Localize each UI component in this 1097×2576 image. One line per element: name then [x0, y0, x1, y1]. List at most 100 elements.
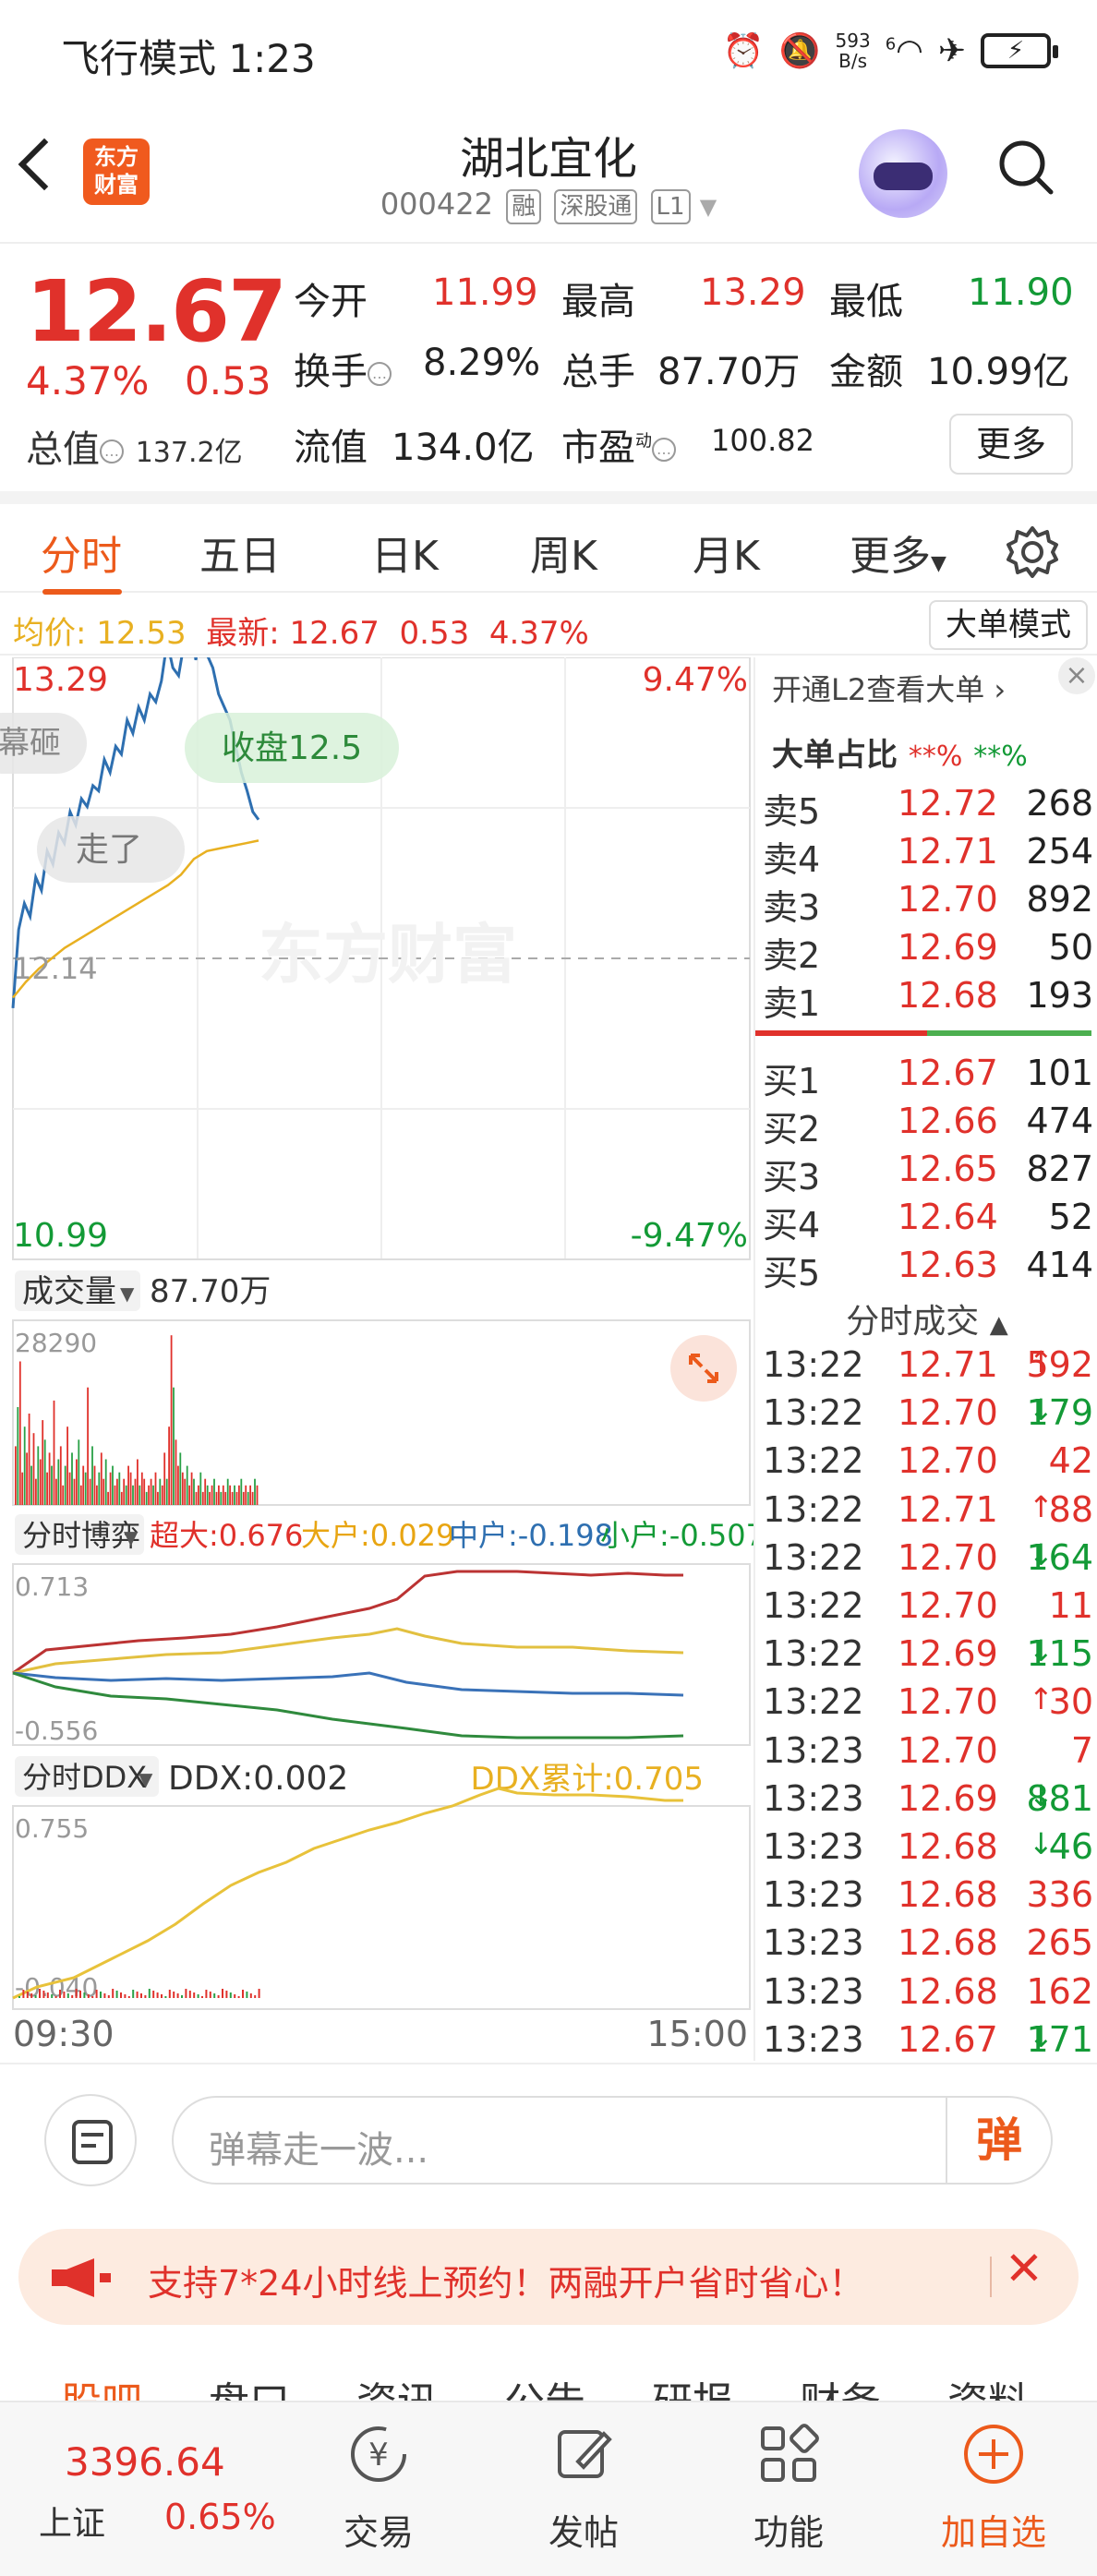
- tab-five-day[interactable]: 五日: [199, 523, 281, 582]
- volume-bar: [193, 1478, 195, 1505]
- volume-bar: [165, 1478, 168, 1505]
- ddx-chart-frame: [12, 1805, 751, 2010]
- volume-bar: [168, 1426, 170, 1505]
- bid-ask-ratio-bar: [755, 1030, 1091, 1036]
- subtab-news[interactable]: 资讯: [356, 2369, 438, 2402]
- nav-add-watchlist[interactable]: 加自选: [920, 2421, 1067, 2559]
- ask-row[interactable]: 卖4 12.71 254: [755, 831, 1097, 880]
- trade-details-header[interactable]: 分时成交 ▲: [755, 1294, 1097, 1342]
- chart-svg[interactable]: 东方财富 13.29 9.47% 12.14 10.99 -9.47% 幕砸 收…: [0, 602, 765, 2061]
- trade-header-label: 分时成交: [846, 1303, 980, 1341]
- subtab-forum[interactable]: 股吧: [61, 2369, 142, 2402]
- bid-row[interactable]: 买1 12.67 101: [755, 1053, 1097, 1101]
- more-button[interactable]: 更多: [949, 414, 1073, 475]
- ask-row[interactable]: 卖3 12.70 892: [755, 879, 1097, 928]
- big-order-mode-button[interactable]: 大单模式: [929, 600, 1088, 650]
- nav-post[interactable]: 发帖: [510, 2421, 657, 2559]
- tab-monthly-k[interactable]: 月K: [693, 523, 760, 582]
- trade-price: 12.71: [898, 1344, 998, 1385]
- bid-row[interactable]: 买3 12.65 827: [755, 1149, 1097, 1198]
- volume-bar: [109, 1472, 112, 1505]
- trade-time: 13:23: [763, 2018, 864, 2060]
- trade-volume: 11: [1048, 1585, 1093, 1626]
- danmu-text-2: 收盘12.5: [222, 729, 362, 767]
- bid-row[interactable]: 买4 12.64 52: [755, 1197, 1097, 1246]
- volume-bar: [71, 1452, 73, 1505]
- trade-volume: 42: [1048, 1440, 1093, 1482]
- subtab-handicap[interactable]: 盘口: [209, 2369, 290, 2402]
- amount-label: 金额: [829, 351, 903, 393]
- bid-row[interactable]: 买5 12.63 414: [755, 1245, 1097, 1294]
- danmu-input[interactable]: 弹幕走一波... 弹: [172, 2096, 1053, 2185]
- volume-bar: [32, 1433, 35, 1505]
- volume-bar: [73, 1478, 76, 1505]
- ddx-cumulative-line: [12, 1787, 683, 2000]
- volume-bar: [129, 1472, 132, 1505]
- trade-time: 13:23: [763, 1970, 864, 2012]
- danmu-button[interactable]: 弹: [946, 2098, 1051, 2183]
- super-big-value: 超大:0.676: [150, 1518, 303, 1553]
- volume-bar: [150, 1478, 152, 1505]
- subtab-profile[interactable]: 资料: [947, 2369, 1029, 2402]
- info-subtabs: 股吧 盘口 资讯 公告 研报 财务 资料: [0, 2356, 1097, 2402]
- promo-banner[interactable]: 支持7*24小时线上预约！两融开户省时省心！ ✕: [18, 2229, 1079, 2325]
- nav-trade[interactable]: ¥ 交易: [305, 2421, 452, 2559]
- intraday-charts[interactable]: 东方财富 13.29 9.47% 12.14 10.99 -9.47% 幕砸 收…: [0, 602, 765, 2061]
- tab-daily-k[interactable]: 日K: [371, 523, 439, 582]
- info-icon[interactable]: …: [652, 438, 676, 462]
- subtab-research[interactable]: 研报: [652, 2369, 733, 2402]
- stock-code: 000422: [380, 187, 493, 222]
- gear-icon[interactable]: [1005, 524, 1060, 580]
- nav-functions[interactable]: 功能: [715, 2421, 862, 2559]
- trade-time: 13:22: [763, 1536, 864, 1578]
- l2-upgrade-link[interactable]: 开通L2查看大单 ›: [772, 667, 1006, 709]
- assistant-robot-icon[interactable]: [859, 129, 947, 218]
- ask-row[interactable]: 卖2 12.69 50: [755, 927, 1097, 976]
- bid-volume: 52: [1048, 1197, 1093, 1237]
- volume-value: 87.70万: [657, 351, 801, 393]
- tab-intraday[interactable]: 分时: [41, 523, 122, 582]
- latest-value: 12.67: [289, 615, 380, 652]
- bid-price: 12.63: [898, 1245, 998, 1285]
- search-icon[interactable]: [997, 138, 1055, 196]
- ask-volume: 254: [1026, 831, 1093, 872]
- volume-bar: [100, 1452, 102, 1505]
- tab-weekly-k[interactable]: 周K: [530, 523, 597, 582]
- volume-bar: [247, 1491, 249, 1505]
- bid-row[interactable]: 买2 12.66 474: [755, 1101, 1097, 1150]
- volume-bar: [163, 1452, 166, 1505]
- comment-list-icon[interactable]: [44, 2094, 137, 2186]
- volume-bar: [132, 1485, 134, 1505]
- volume-bar: [179, 1452, 182, 1505]
- comment-bar: 弹幕走一波... 弹: [0, 2063, 1097, 2192]
- close-icon[interactable]: ✕: [1005, 2242, 1043, 2295]
- volume-bar: [199, 1472, 202, 1505]
- info-icon[interactable]: …: [368, 362, 392, 386]
- subtab-announcements[interactable]: 公告: [504, 2369, 585, 2402]
- subtab-finance[interactable]: 财务: [800, 2369, 881, 2402]
- status-bar: 飞行模式 1:23 ⏰ 🔕 593 B/s 6◠ ✈ ⚡: [0, 0, 1097, 102]
- ask-row[interactable]: 卖5 12.72 268: [755, 783, 1097, 832]
- volume-bar: [66, 1426, 68, 1505]
- trade-row: 13:22 12.71 ↑ 592: [755, 1344, 1097, 1392]
- tab-more[interactable]: 更多▼: [850, 523, 946, 582]
- volume-bar: [184, 1478, 187, 1505]
- low-value: 11.90: [968, 271, 1074, 314]
- volume-label: 总手: [561, 351, 635, 393]
- volume-bar: [53, 1400, 55, 1505]
- volume-bar: [116, 1478, 118, 1505]
- bid-volume: 101: [1026, 1053, 1093, 1093]
- ask-row[interactable]: 卖1 12.68 193: [755, 975, 1097, 1024]
- volume-bar: [220, 1491, 223, 1505]
- info-icon[interactable]: …: [100, 439, 124, 463]
- trade-volume: 7: [1070, 1729, 1093, 1771]
- edit-icon: [558, 2430, 612, 2478]
- volume-bar: [140, 1472, 143, 1505]
- megaphone-icon: [52, 2258, 111, 2297]
- trade-time: 13:22: [763, 1344, 864, 1385]
- close-icon[interactable]: ×: [1058, 657, 1095, 694]
- expand-icon[interactable]: [670, 1335, 737, 1402]
- mute-icon: 🔕: [778, 32, 821, 70]
- ddx-bar: [201, 1996, 203, 1998]
- volume-bar: [26, 1452, 28, 1505]
